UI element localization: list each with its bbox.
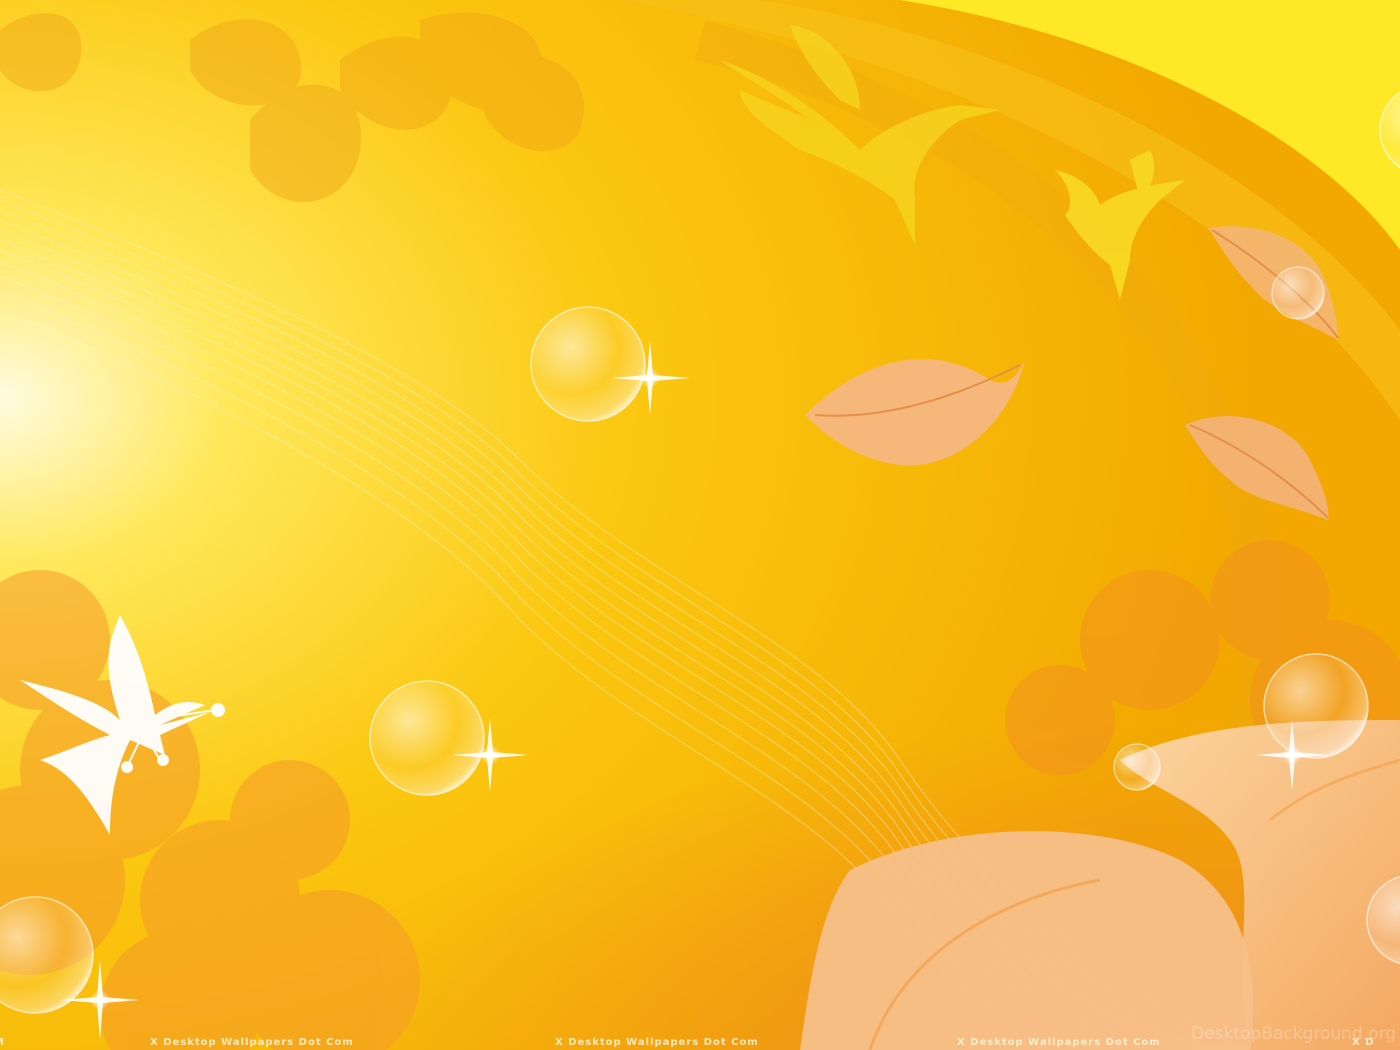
bubble-5-icon	[1271, 266, 1325, 320]
bubble-3-icon	[1263, 653, 1369, 759]
bubble-2-icon	[369, 680, 485, 796]
watermark-text: X Desktop Wallpapers Dot Com	[555, 1037, 759, 1048]
watermark-text: X Desktop Wallpapers Dot Com	[957, 1037, 1161, 1048]
watermark-left-fragment: M	[0, 1037, 5, 1048]
wallpaper-artwork	[0, 0, 1400, 1050]
site-watermark: DesktopBackground.org	[1191, 1024, 1396, 1044]
bubble-4-icon	[1113, 743, 1161, 791]
watermark-text: X Desktop Wallpapers Dot Com	[150, 1037, 354, 1048]
bubble-1-icon	[530, 306, 646, 422]
wallpaper-scene: M X Desktop Wallpapers Dot Com X Desktop…	[0, 0, 1400, 1050]
